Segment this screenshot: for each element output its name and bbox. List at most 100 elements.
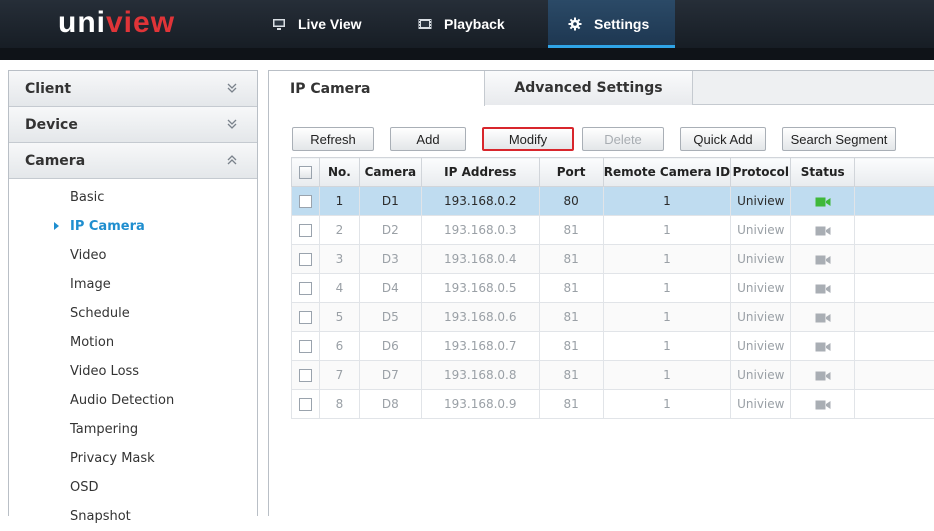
select-all-cell: [292, 158, 320, 187]
cell-ip-address: 193.168.0.2: [421, 187, 539, 216]
cell-extra: [855, 274, 934, 303]
cell-camera: D2: [359, 216, 421, 245]
column-header-status: Status: [791, 158, 855, 187]
row-checkbox[interactable]: [299, 282, 312, 295]
cell-protocol: Uniview: [731, 274, 791, 303]
row-checkbox[interactable]: [299, 311, 312, 324]
cell-status: [791, 361, 855, 390]
cell-extra: [855, 332, 934, 361]
sidebar-item-osd[interactable]: OSD: [9, 473, 257, 502]
cell-port: 81: [539, 274, 603, 303]
table-header-row: No. Camera IP Address Port Remote Camera…: [292, 158, 934, 187]
cell-select: [292, 332, 320, 361]
sidebar-item-audio-detection[interactable]: Audio Detection: [9, 386, 257, 415]
tab-advanced-settings[interactable]: Advanced Settings: [485, 71, 693, 105]
chevron-double-down-icon: [225, 81, 239, 95]
cell-status: [791, 332, 855, 361]
sidebar-item-label: OSD: [70, 480, 99, 495]
cell-camera: D6: [359, 332, 421, 361]
sidebar-item-snapshot[interactable]: Snapshot: [9, 502, 257, 531]
cell-ip-address: 193.168.0.5: [421, 274, 539, 303]
table-row[interactable]: 7D7193.168.0.8811Uniview: [292, 361, 934, 390]
delete-button[interactable]: Delete: [582, 127, 664, 151]
cell-protocol: Uniview: [731, 187, 791, 216]
sidebar-item-motion[interactable]: Motion: [9, 328, 257, 357]
cell-no: 6: [319, 332, 359, 361]
sidebar-item-schedule[interactable]: Schedule: [9, 299, 257, 328]
sidebar-item-label: Image: [70, 277, 111, 292]
sidebar-item-video-loss[interactable]: Video Loss: [9, 357, 257, 386]
cell-status: [791, 187, 855, 216]
nav-live-view[interactable]: Live View: [272, 0, 362, 48]
column-header-no: No.: [319, 158, 359, 187]
sidebar-item-label: IP Camera: [70, 219, 145, 234]
cell-no: 4: [319, 274, 359, 303]
cell-camera: D8: [359, 390, 421, 419]
sidebar-item-image[interactable]: Image: [9, 270, 257, 299]
row-checkbox[interactable]: [299, 340, 312, 353]
column-header-port: Port: [539, 158, 603, 187]
row-checkbox[interactable]: [299, 253, 312, 266]
sidebar-section-client-label: Client: [25, 81, 71, 97]
cell-port: 81: [539, 390, 603, 419]
camera-offline-icon: [815, 283, 831, 295]
cell-ip-address: 193.168.0.8: [421, 361, 539, 390]
logo-text-uni: uni: [58, 6, 106, 39]
cell-no: 7: [319, 361, 359, 390]
cell-camera: D5: [359, 303, 421, 332]
table-row[interactable]: 4D4193.168.0.5811Uniview: [292, 274, 934, 303]
sidebar-item-tampering[interactable]: Tampering: [9, 415, 257, 444]
cell-extra: [855, 361, 934, 390]
cell-camera: D1: [359, 187, 421, 216]
row-checkbox[interactable]: [299, 369, 312, 382]
table-row[interactable]: 2D2193.168.0.3811Uniview: [292, 216, 934, 245]
cell-status: [791, 216, 855, 245]
row-checkbox[interactable]: [299, 398, 312, 411]
nav-settings[interactable]: Settings: [548, 0, 675, 48]
nav-playback[interactable]: Playback: [418, 0, 505, 48]
cell-no: 3: [319, 245, 359, 274]
sidebar-section-client[interactable]: Client: [9, 71, 257, 107]
table-row[interactable]: 5D5193.168.0.6811Uniview: [292, 303, 934, 332]
cell-extra: [855, 187, 934, 216]
cell-port: 80: [539, 187, 603, 216]
table-row[interactable]: 8D8193.168.0.9811Uniview: [292, 390, 934, 419]
search-segment-button[interactable]: Search Segment: [782, 127, 896, 151]
sidebar-section-camera[interactable]: Camera: [9, 143, 257, 179]
refresh-button[interactable]: Refresh: [292, 127, 374, 151]
ip-camera-table: No. Camera IP Address Port Remote Camera…: [291, 157, 934, 419]
sidebar-section-device[interactable]: Device: [9, 107, 257, 143]
column-header-extra: [855, 158, 934, 187]
cell-port: 81: [539, 216, 603, 245]
sidebar-item-basic[interactable]: Basic: [9, 183, 257, 212]
select-all-checkbox[interactable]: [299, 166, 312, 179]
tab-advanced-settings-label: Advanced Settings: [514, 80, 662, 96]
table-row[interactable]: 3D3193.168.0.4811Uniview: [292, 245, 934, 274]
nav-playback-label: Playback: [444, 16, 505, 32]
sidebar-item-video[interactable]: Video: [9, 241, 257, 270]
cell-ip-address: 193.168.0.6: [421, 303, 539, 332]
cell-no: 2: [319, 216, 359, 245]
quick-add-button[interactable]: Quick Add: [680, 127, 766, 151]
sidebar: Client Device Camera Basic IP Camera Vid…: [8, 70, 258, 516]
tab-ip-camera[interactable]: IP Camera: [269, 71, 485, 106]
add-button[interactable]: Add: [390, 127, 466, 151]
sidebar-item-label: Snapshot: [70, 509, 131, 524]
cell-extra: [855, 390, 934, 419]
modify-button[interactable]: Modify: [482, 127, 574, 151]
sidebar-item-label: Video: [70, 248, 106, 263]
cell-select: [292, 187, 320, 216]
cell-status: [791, 245, 855, 274]
sidebar-item-privacy-mask[interactable]: Privacy Mask: [9, 444, 257, 473]
sidebar-item-label: Video Loss: [70, 364, 139, 379]
cell-ip-address: 193.168.0.7: [421, 332, 539, 361]
cell-remote-camera-id: 1: [603, 361, 731, 390]
sidebar-item-ip-camera[interactable]: IP Camera: [9, 212, 257, 241]
table-row[interactable]: 6D6193.168.0.7811Uniview: [292, 332, 934, 361]
row-checkbox[interactable]: [299, 224, 312, 237]
cell-protocol: Uniview: [731, 390, 791, 419]
table-row[interactable]: 1D1193.168.0.2801Uniview: [292, 187, 934, 216]
cell-no: 1: [319, 187, 359, 216]
row-checkbox[interactable]: [299, 195, 312, 208]
cell-remote-camera-id: 1: [603, 332, 731, 361]
